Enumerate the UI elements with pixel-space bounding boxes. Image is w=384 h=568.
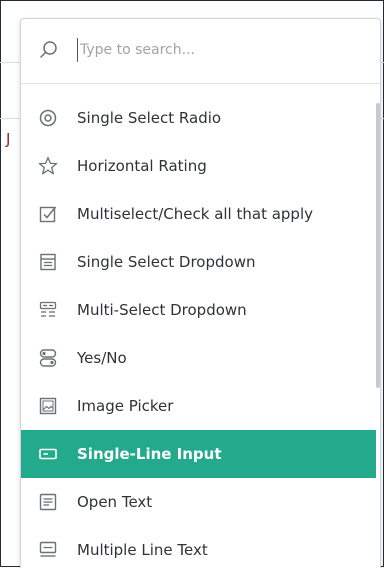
list-item-label: Multiple Line Text xyxy=(77,541,208,559)
list-item-single-select-radio[interactable]: Single Select Radio xyxy=(21,94,376,142)
list-item-multiple-line-text[interactable]: Multiple Line Text xyxy=(21,526,376,568)
list-scrollbar[interactable] xyxy=(376,103,380,388)
checkbox-icon xyxy=(39,206,57,223)
list-item-label: Multi-Select Dropdown xyxy=(77,301,247,319)
dropdown-caret xyxy=(200,561,212,567)
list-item-multi-select-dropdown[interactable]: Multi-Select Dropdown xyxy=(21,286,376,334)
search-input[interactable] xyxy=(77,38,350,62)
background-text-fragment: J xyxy=(6,130,11,148)
list-item-label: Single Select Dropdown xyxy=(77,253,256,271)
list-item-label: Single Select Radio xyxy=(77,109,222,127)
list-item-label: Multiselect/Check all that apply xyxy=(77,205,314,223)
radio-icon xyxy=(39,109,57,127)
multi-dropdown-icon xyxy=(39,301,57,317)
list-item-image-picker[interactable]: Image Picker xyxy=(21,382,376,430)
list-item-yes-no[interactable]: Yes/No xyxy=(21,334,376,382)
dropdown-list-icon xyxy=(40,253,56,271)
list-item-label: Single-Line Input xyxy=(77,445,222,463)
search-row xyxy=(21,19,380,84)
list-item-label: Horizontal Rating xyxy=(77,157,207,175)
image-icon xyxy=(39,397,57,415)
list-item-single-line-input[interactable]: Single-Line Input xyxy=(21,430,376,478)
list-item-open-text[interactable]: Open Text xyxy=(21,478,376,526)
list-item-label: Open Text xyxy=(77,493,153,511)
single-line-input-icon xyxy=(39,448,57,460)
question-type-dropdown: Single Select Radio Horizontal Rating Mu… xyxy=(20,18,381,568)
toggle-icon xyxy=(39,349,57,367)
text-lines-icon xyxy=(39,493,57,511)
list-item-label: Image Picker xyxy=(77,397,174,415)
list-item-label: Yes/No xyxy=(77,349,127,367)
list-item-multiselect[interactable]: Multiselect/Check all that apply xyxy=(21,190,376,238)
star-icon xyxy=(38,156,58,175)
list-item-single-select-dropdown[interactable]: Single Select Dropdown xyxy=(21,238,376,286)
list-item-horizontal-rating[interactable]: Horizontal Rating xyxy=(21,142,376,190)
search-icon xyxy=(40,41,57,58)
multi-line-text-icon xyxy=(39,541,57,557)
